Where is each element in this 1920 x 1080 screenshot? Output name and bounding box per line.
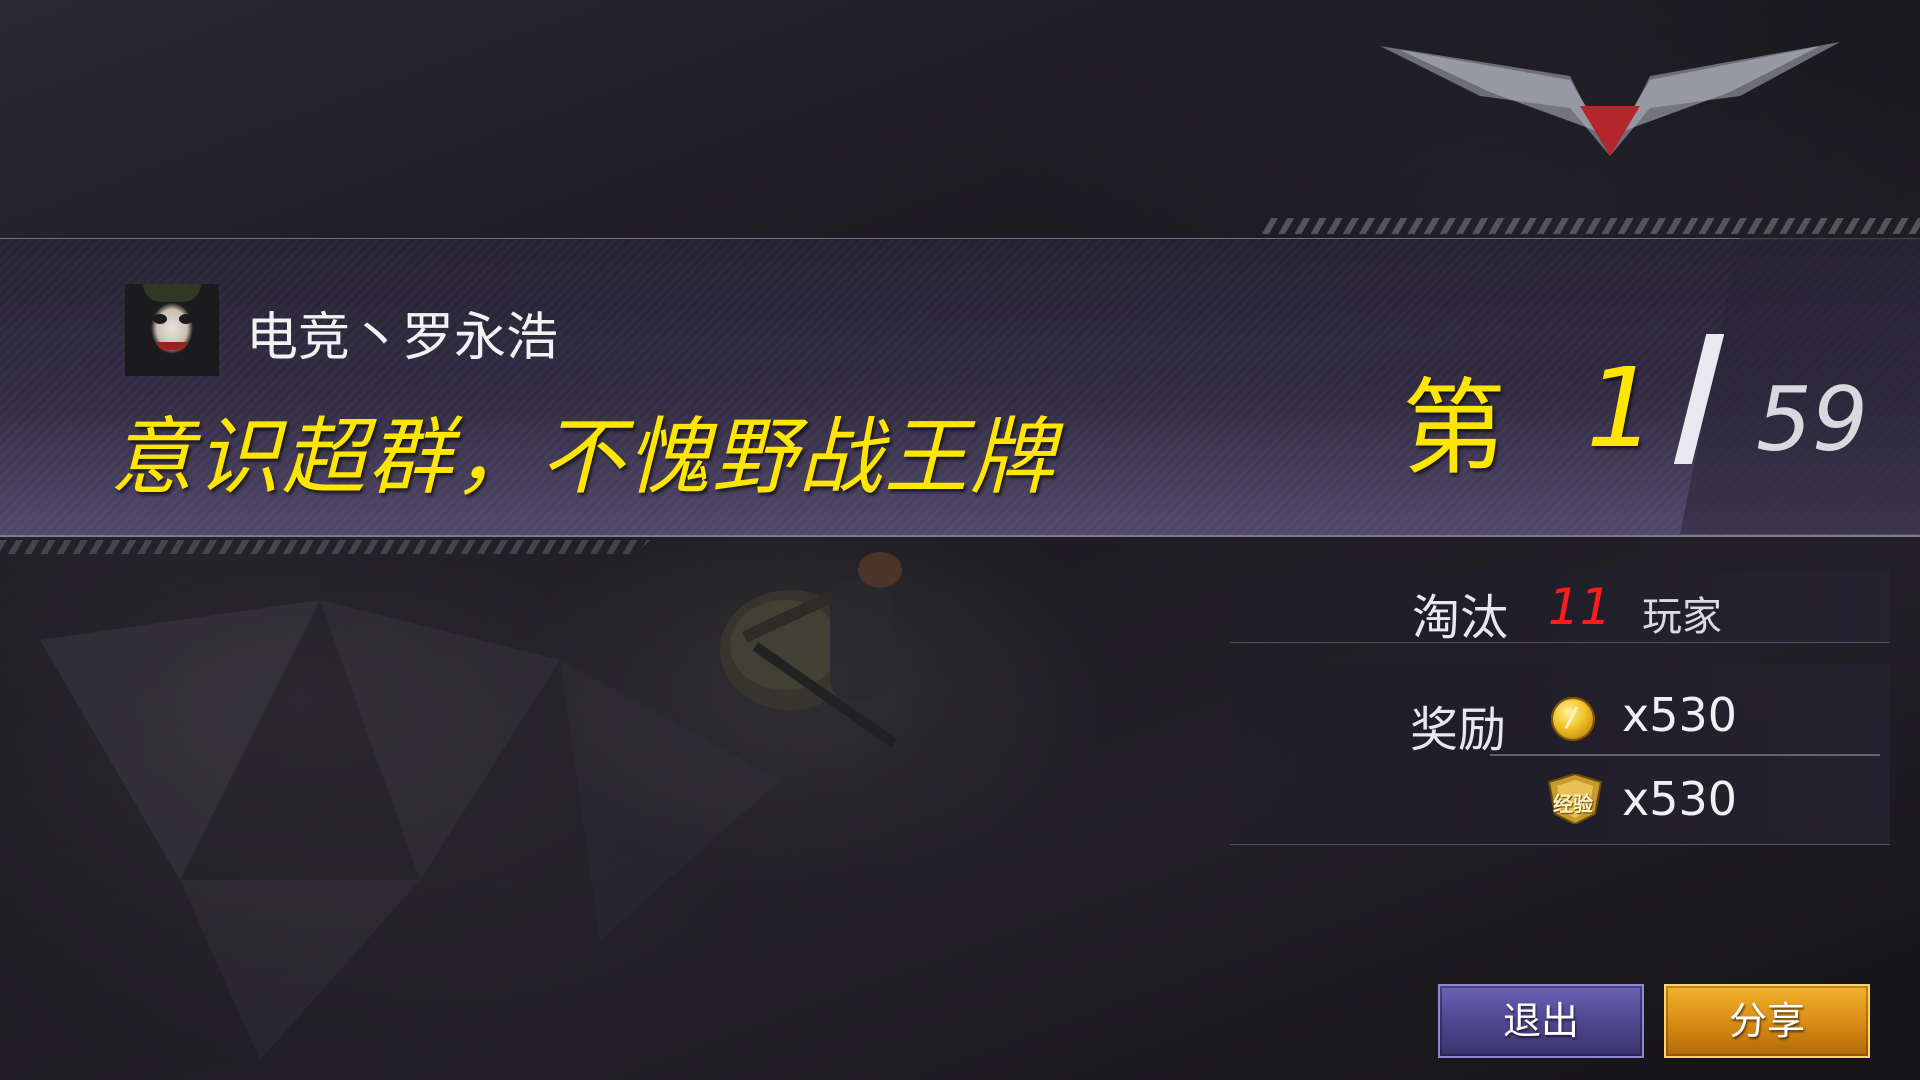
exit-button[interactable]: 退出 xyxy=(1438,984,1644,1058)
avatar[interactable] xyxy=(125,284,219,376)
share-button[interactable]: 分享 xyxy=(1664,984,1870,1058)
eliminated-unit: 玩家 xyxy=(1642,594,1722,640)
eliminated-count: 11 xyxy=(1548,578,1612,636)
coin-icon: / xyxy=(1551,697,1595,741)
rank-total-players: 59 xyxy=(1756,368,1868,471)
player-character-topdown xyxy=(720,552,902,748)
game-logo-icon xyxy=(1380,36,1840,166)
match-result-screen: 电竞丶罗永浩 意识超群，不愧野战王牌 第 1 59 淘汰 11 玩家 奖励 / … xyxy=(0,0,1920,1080)
exp-badge-text: 经验 xyxy=(1553,792,1593,816)
banner-top-stripe xyxy=(1255,218,1920,234)
reward-label: 奖励 xyxy=(1410,702,1507,758)
banner-bottom-stripe xyxy=(0,540,650,554)
rank-position: 1 xyxy=(1586,344,1656,472)
rank-prefix: 第 xyxy=(1402,367,1507,489)
exp-badge-icon: 经验 xyxy=(1545,774,1605,824)
reward-divider xyxy=(1490,754,1880,756)
coin-reward-value: x530 xyxy=(1622,688,1738,742)
result-slogan: 意识超群，不愧野战王牌 xyxy=(110,408,1057,506)
player-name: 电竞丶罗永浩 xyxy=(246,308,559,368)
exp-reward-value: x530 xyxy=(1622,772,1738,826)
eliminated-label: 淘汰 xyxy=(1412,590,1509,646)
